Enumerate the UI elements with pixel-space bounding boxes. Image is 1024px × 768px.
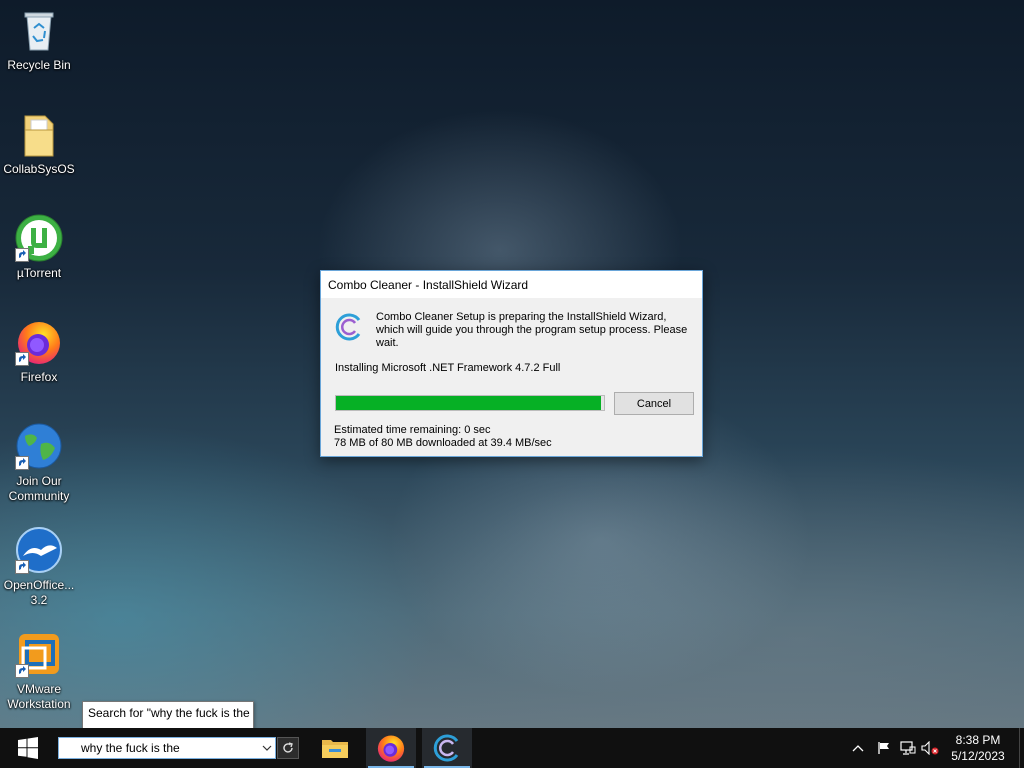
chevron-down-icon[interactable] (259, 738, 275, 758)
taskbar-firefox[interactable] (366, 728, 416, 768)
download-stats: Estimated time remaining: 0 sec 78 MB of… (334, 424, 552, 450)
shortcut-arrow-icon (15, 352, 29, 366)
desktop-icon-label: µTorrent (16, 266, 62, 280)
refresh-button[interactable] (277, 737, 299, 759)
combo-cleaner-logo-icon (334, 312, 364, 342)
file-explorer-icon (322, 740, 348, 758)
desktop-icon-label: CollabSysOS (3, 162, 75, 176)
shortcut-arrow-icon (15, 248, 29, 262)
desktop-icon-openoffice[interactable]: OpenOffice... 3.2 (2, 526, 76, 608)
dialog-body: Combo Cleaner Setup is preparing the Ins… (321, 271, 702, 456)
dialog-message: Combo Cleaner Setup is preparing the Ins… (376, 311, 688, 349)
download-info: 78 MB of 80 MB downloaded at 39.4 MB/sec (334, 437, 552, 449)
shortcut-arrow-icon (15, 664, 29, 678)
vmware-icon (15, 630, 63, 678)
flag-icon[interactable] (874, 728, 894, 768)
clock-date: 5/12/2023 (951, 749, 1005, 763)
cancel-button[interactable]: Cancel (614, 392, 694, 415)
desktop-icon-firefox[interactable]: Firefox (2, 318, 76, 385)
shortcut-arrow-icon (15, 560, 29, 574)
installshield-dialog: Combo Cleaner - InstallShield Wizard Com… (320, 270, 703, 457)
openoffice-icon (15, 526, 63, 574)
install-status: Installing Microsoft .NET Framework 4.7.… (335, 362, 561, 374)
desktop-icon-join-our-community[interactable]: Join Our Community (2, 422, 76, 504)
search-input[interactable] (59, 739, 259, 757)
combo-cleaner-icon (433, 734, 459, 762)
desktop-icon-utorrent[interactable]: µTorrent (2, 214, 76, 281)
shortcut-arrow-icon (15, 456, 29, 470)
show-desktop-button[interactable] (1019, 728, 1024, 768)
clock-time: 8:38 PM (955, 733, 1001, 747)
install-progress-bar (335, 395, 605, 411)
time-remaining: Estimated time remaining: 0 sec (334, 424, 491, 436)
volume-muted-icon[interactable] (920, 728, 940, 768)
taskbar-clock[interactable]: 8:38 PM 5/12/2023 (940, 732, 1016, 764)
desktop: Recycle Bin CollabSysOS µTorrent Firefox… (0, 0, 1024, 728)
utorrent-icon (15, 214, 63, 262)
desktop-icon-vmware-workstation[interactable]: VMware Workstation (2, 630, 76, 712)
refresh-icon (283, 742, 293, 753)
windows-logo-icon (18, 737, 38, 759)
taskbar-file-explorer[interactable] (310, 728, 360, 768)
desktop-icon-label: Recycle Bin (7, 58, 71, 72)
firefox-icon (15, 318, 63, 366)
firefox-icon (377, 735, 405, 762)
address-search-box[interactable] (58, 737, 276, 759)
progress-fill (336, 396, 602, 410)
chevron-up-icon[interactable] (848, 728, 868, 768)
folder-icon (15, 110, 63, 158)
taskbar-combo-cleaner[interactable] (422, 728, 472, 768)
desktop-icon-label: Join Our Community (8, 474, 70, 503)
start-button[interactable] (0, 728, 56, 768)
desktop-icon-label: VMware Workstation (7, 682, 71, 711)
globe-icon (15, 422, 63, 470)
desktop-icon-label: Firefox (20, 370, 58, 384)
desktop-icon-label: OpenOffice... 3.2 (3, 578, 75, 607)
recycle-bin-icon (15, 6, 63, 54)
network-icon[interactable] (898, 728, 918, 768)
search-tooltip-text: Search for "why the fuck is the (88, 706, 250, 720)
desktop-icon-collabsysos[interactable]: CollabSysOS (2, 110, 76, 177)
desktop-icon-recycle-bin[interactable]: Recycle Bin (2, 6, 76, 73)
